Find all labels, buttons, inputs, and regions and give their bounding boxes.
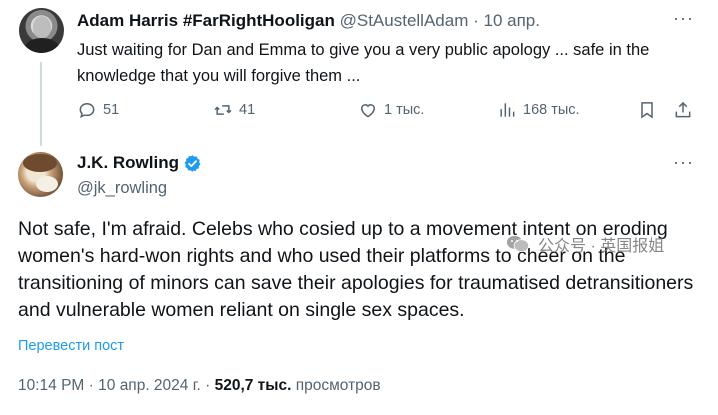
verified-badge-icon xyxy=(184,154,201,172)
bookmark-button[interactable] xyxy=(637,100,663,120)
display-name[interactable]: Adam Harris #FarRightHooligan xyxy=(77,11,335,30)
reply-tweet-header: Adam Harris #FarRightHooligan @StAustell… xyxy=(77,11,540,31)
meta-separator: · xyxy=(200,377,215,394)
watermark-text: 公众号 · 英国报姐 xyxy=(538,238,665,255)
tweet-timestamp-footer: 10:14 PM · 10 апр. 2024 г. · 520,7 тыс. … xyxy=(18,377,381,395)
more-horizontal-icon[interactable]: ··· xyxy=(673,152,694,173)
views-count: 520,7 тыс. xyxy=(214,377,292,394)
reply-count: 51 xyxy=(103,102,120,118)
tweet-time[interactable]: 10:14 PM xyxy=(18,377,84,394)
share-icon xyxy=(675,101,691,118)
avatar-body xyxy=(25,38,59,53)
like-button[interactable]: 1 тыс. xyxy=(358,100,424,120)
main-tweet: J.K. Rowling @jk_rowling ··· Not safe, I… xyxy=(0,140,718,415)
translate-post-link[interactable]: Перевести пост xyxy=(18,338,124,354)
reply-icon xyxy=(79,102,95,119)
display-name[interactable]: J.K. Rowling xyxy=(77,153,179,173)
user-handle[interactable]: @jk_rowling xyxy=(77,178,167,198)
retweet-count: 41 xyxy=(239,102,256,118)
views-button[interactable]: 168 тыс. xyxy=(497,100,580,120)
views-count: 168 тыс. xyxy=(523,102,580,118)
author-name-row: J.K. Rowling xyxy=(77,153,202,173)
views-label: просмотров xyxy=(295,377,381,394)
avatar-face xyxy=(33,16,51,38)
thread-connector-line xyxy=(40,62,42,146)
user-handle[interactable]: @StAustellAdam xyxy=(340,11,469,30)
tweet-date[interactable]: 10 апр. 2024 г. xyxy=(98,377,201,394)
avatar[interactable] xyxy=(19,8,64,53)
share-button[interactable] xyxy=(673,100,699,120)
retweet-button[interactable]: 41 xyxy=(213,100,255,120)
avatar-hair xyxy=(23,154,57,172)
tweet-actions-bar: 51 41 1 тыс. 168 тыс. xyxy=(77,100,697,126)
views-chart-icon xyxy=(500,103,515,117)
more-horizontal-icon[interactable]: ··· xyxy=(673,8,694,29)
meta-separator: · xyxy=(84,377,99,394)
bookmark-icon xyxy=(641,102,653,119)
like-count: 1 тыс. xyxy=(384,102,425,118)
tweet-date[interactable]: 10 апр. xyxy=(483,11,539,30)
watermark: 公众号 · 英国报姐 xyxy=(506,232,664,256)
wechat-icon xyxy=(506,235,530,253)
reply-button[interactable]: 51 xyxy=(77,100,119,120)
meta-separator: · xyxy=(468,11,484,30)
retweet-icon xyxy=(214,105,232,115)
reply-tweet[interactable]: Adam Harris #FarRightHooligan @StAustell… xyxy=(0,0,718,146)
avatar[interactable] xyxy=(18,152,63,197)
reply-tweet-text: Just waiting for Dan and Emma to give yo… xyxy=(77,41,650,85)
avatar-dog xyxy=(36,176,58,192)
heart-icon xyxy=(360,104,376,118)
